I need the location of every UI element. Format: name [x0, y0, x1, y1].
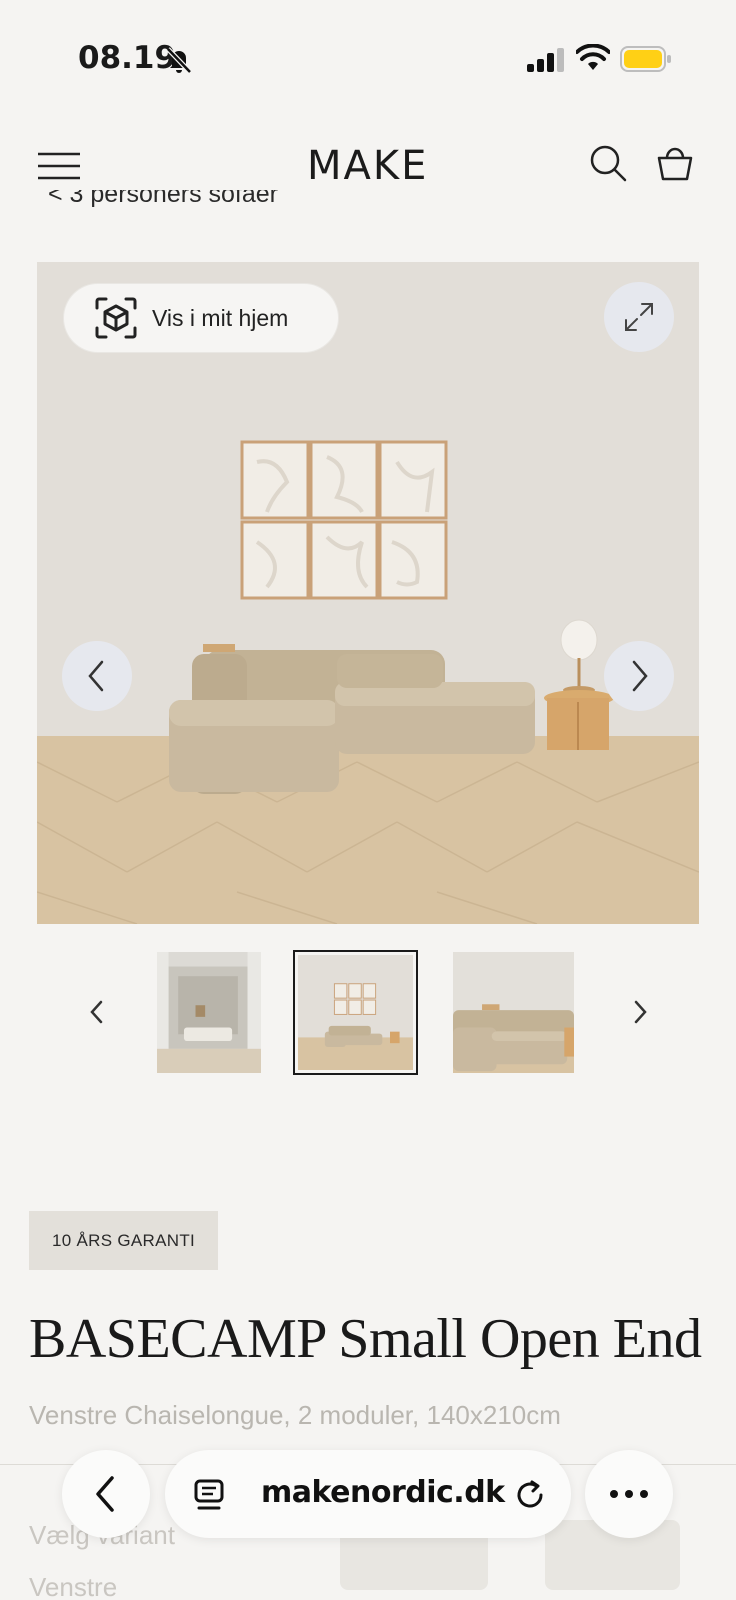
logo[interactable]: MAKE: [307, 143, 428, 189]
bell-slash-icon: [166, 47, 192, 74]
search-icon[interactable]: [588, 143, 628, 183]
thumbnail-strip: [0, 950, 736, 1078]
wifi-icon: [576, 44, 610, 70]
room-scene-image: [37, 262, 699, 924]
chevron-left-icon: [88, 660, 104, 692]
product-title: BASECAMP Small Open End: [29, 1308, 702, 1370]
status-bar: 08.19: [0, 0, 736, 120]
status-time: 08.19: [78, 40, 177, 76]
thumbnail-2[interactable]: [293, 950, 418, 1075]
product-subtitle: Venstre Chaiselongue, 2 moduler, 140x210…: [29, 1400, 561, 1430]
thumbnail-3[interactable]: [451, 950, 576, 1075]
thumbnail-2-image: [298, 955, 413, 1070]
previous-image-button[interactable]: [62, 641, 132, 711]
more-options-button[interactable]: [585, 1450, 673, 1538]
signal-icon: [527, 48, 564, 72]
url-text: makenordic.dk: [261, 1475, 505, 1510]
chevron-right-icon: [632, 660, 648, 692]
product-main-image[interactable]: [37, 262, 699, 924]
view-in-my-home-label: Vis i mit hjem: [152, 304, 289, 331]
back-icon: [96, 1476, 114, 1512]
ar-cube-icon: [95, 297, 137, 339]
battery-icon: [620, 46, 671, 72]
menu-icon[interactable]: [36, 148, 82, 184]
next-image-button[interactable]: [604, 641, 674, 711]
variant-value: Venstre: [29, 1572, 118, 1600]
thumbnail-prev-icon[interactable]: [82, 994, 112, 1030]
breadcrumb[interactable]: < 3 personers sofaer: [48, 190, 368, 214]
reload-icon[interactable]: [513, 1478, 547, 1512]
basket-icon[interactable]: [655, 143, 695, 183]
browser-back-button[interactable]: [62, 1450, 150, 1538]
warranty-badge: 10 ÅRS GARANTI: [29, 1211, 218, 1270]
fullscreen-button[interactable]: [604, 282, 674, 352]
more-icon: [610, 1490, 648, 1498]
thumbnail-3-image: [453, 952, 574, 1073]
thumbnail-1[interactable]: [155, 950, 263, 1075]
expand-icon: [625, 303, 653, 331]
address-bar[interactable]: makenordic.dk: [165, 1450, 571, 1538]
thumbnail-next-icon[interactable]: [625, 994, 655, 1030]
thumbnail-1-image: [157, 952, 261, 1073]
view-in-my-home-button[interactable]: Vis i mit hjem: [64, 284, 338, 352]
tabs-icon: [194, 1479, 224, 1510]
